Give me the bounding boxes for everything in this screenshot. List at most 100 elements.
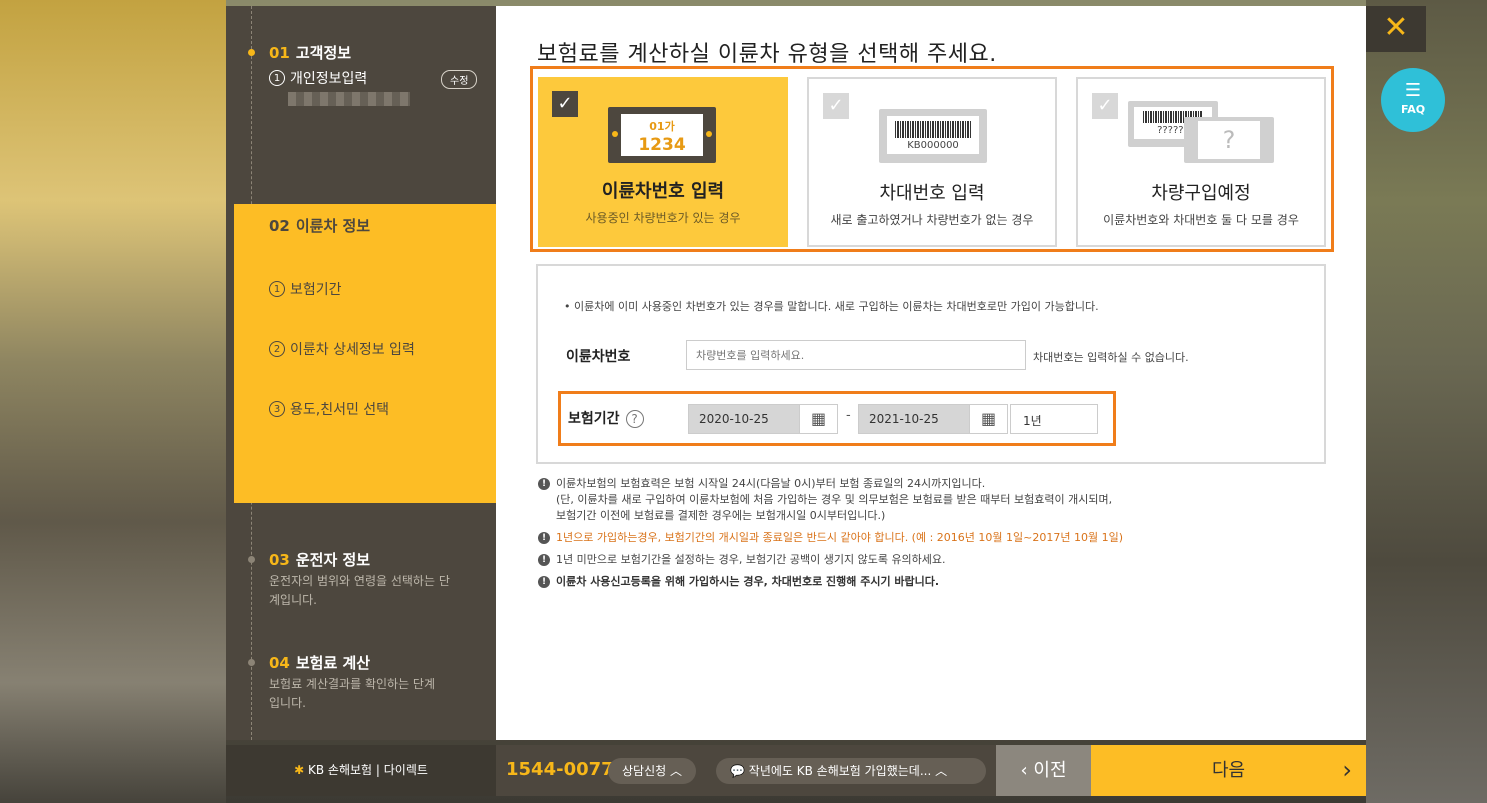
chevron-right-icon: › bbox=[1342, 756, 1352, 784]
step-1-number: 01 bbox=[269, 44, 290, 62]
exclamation-icon: ! bbox=[538, 532, 550, 544]
plate-number-hint: 차대번호는 입력하실 수 없습니다. bbox=[1033, 351, 1189, 364]
plate-form-box: • 이륜차에 이미 사용중인 차번호가 있는 경우를 말합니다. 새로 구입하는… bbox=[536, 264, 1326, 464]
period-label-group: 보험기간? bbox=[568, 408, 644, 428]
start-date-field[interactable]: 2020-10-25 ▦ bbox=[688, 404, 838, 434]
notice-item-cont: 보험기간 이전에 보험료를 결제한 경우에는 보험개시일 0시부터입니다.) bbox=[538, 508, 1338, 524]
edit-button[interactable]: 수정 bbox=[441, 70, 478, 89]
step-2-item-detail[interactable]: 2 이륜차 상세정보 입력 bbox=[269, 339, 415, 359]
period-label: 보험기간 bbox=[568, 411, 620, 427]
insurance-period-row: 보험기간? 2020-10-25 ▦ - 2021-10-25 ▦ 1년 bbox=[558, 391, 1116, 446]
card-desc: 이륜차번호와 차대번호 둘 다 모를 경우 bbox=[1103, 213, 1299, 227]
check-icon: ✓ bbox=[552, 91, 578, 117]
notice-item-bold: ! 이륜차 사용신고등록을 위해 가입하시는 경우, 차대번호로 진행해 주시기… bbox=[538, 574, 1338, 590]
plate-number: 1234 bbox=[638, 135, 686, 155]
sub-number-3: 3 bbox=[269, 401, 285, 417]
sub-label: 개인정보입력 bbox=[290, 71, 368, 87]
step-4-dot bbox=[248, 659, 255, 666]
card-chassis-number[interactable]: ✓ KB000000 차대번호 입력 새로 출고하였거나 차량번호가 없는 경우 bbox=[807, 77, 1057, 247]
consult-label: 상담신청 bbox=[622, 764, 667, 778]
contact-bar: 1544-0077 상담신청 ︿ 💬 작년에도 KB 손해보험 가입했는데...… bbox=[496, 745, 996, 796]
check-icon: ✓ bbox=[823, 93, 849, 119]
unknown-illustration: ? bbox=[1184, 117, 1274, 163]
card-title: 차대번호 입력 bbox=[879, 183, 985, 204]
plate-bolt bbox=[706, 131, 712, 137]
close-button[interactable]: ✕ bbox=[1366, 6, 1426, 52]
faq-button[interactable]: ☰ FAQ bbox=[1381, 68, 1445, 132]
plate-face: 01가 1234 bbox=[621, 114, 703, 156]
card-desc: 새로 출고하였거나 차량번호가 없는 경우 bbox=[830, 213, 1034, 227]
card-desc: 사용중인 차량번호가 있는 경우 bbox=[585, 211, 741, 225]
faq-label: FAQ bbox=[1400, 103, 1426, 116]
check-icon: ✓ bbox=[1092, 93, 1118, 119]
plate-number-label: 이륜차번호 bbox=[566, 349, 631, 365]
card-title: 차량구입예정 bbox=[1151, 183, 1251, 204]
chat-bubble-icon: 💬 bbox=[730, 764, 745, 778]
notice-item: ! 1년 미만으로 보험기간을 설정하는 경우, 보험기간 공백이 생기지 않도… bbox=[538, 552, 1338, 568]
background-left bbox=[0, 0, 226, 803]
step-2-title: 02 이륜차 정보 bbox=[269, 215, 370, 236]
barcode-face: KB000000 bbox=[887, 116, 979, 154]
end-date-field[interactable]: 2021-10-25 ▦ bbox=[858, 404, 1008, 434]
step-4-desc: 보험료 계산결과를 확인하는 단계입니다. bbox=[269, 677, 436, 710]
barcode-bars bbox=[895, 121, 971, 138]
next-button[interactable]: 다음 › bbox=[1091, 745, 1366, 796]
chat-banner[interactable]: 💬 작년에도 KB 손해보험 가입했는데... ︿ bbox=[716, 758, 986, 784]
step-4-number: 04 bbox=[269, 654, 290, 672]
help-icon[interactable]: ? bbox=[625, 410, 644, 428]
calendar-icon[interactable]: ▦ bbox=[799, 405, 837, 433]
sub-number-2: 2 bbox=[269, 341, 285, 357]
step-2-label: 이륜차 정보 bbox=[295, 217, 371, 235]
card-planned-purchase[interactable]: ✓ ?????? ? 차량구입예정 이륜차번호와 차대번호 둘 다 모를 경우 bbox=[1076, 77, 1326, 247]
notice-item: ! 이륜차보험의 보험효력은 보험 시작일 24시(다음날 0시)부터 보험 종… bbox=[538, 476, 1338, 492]
chevron-up-icon: ︿ bbox=[670, 764, 683, 778]
sub-label: 보험기간 bbox=[290, 282, 342, 298]
step-3-desc: 운전자의 범위와 연령을 선택하는 단계입니다. bbox=[269, 574, 450, 607]
period-years-field[interactable]: 1년 bbox=[1010, 404, 1098, 434]
step-2-item-usage[interactable]: 3 용도,친서민 선택 bbox=[269, 399, 389, 419]
unknown-mark: ? bbox=[1198, 121, 1260, 159]
main-panel: 보험료를 계산하실 이륜차 유형을 선택해 주세요. ✓ 01가 1234 이륜… bbox=[496, 6, 1366, 740]
step-1-label: 고객정보 bbox=[295, 44, 352, 62]
logo-text: KB 손해보험 | 다이렉트 bbox=[307, 763, 428, 777]
step-2-number: 02 bbox=[269, 217, 290, 235]
barcode-text: KB000000 bbox=[907, 140, 959, 151]
step-3-label: 운전자 정보 bbox=[295, 551, 371, 569]
plate-illustration: 01가 1234 bbox=[608, 107, 716, 163]
barcode-illustration: KB000000 bbox=[879, 109, 987, 163]
kb-star-icon: ✱ bbox=[294, 763, 305, 777]
notice-text: (단, 이륜차를 새로 구입하여 이륜차보험에 처음 가입하는 경우 및 의무보… bbox=[556, 493, 1113, 506]
consult-button[interactable]: 상담신청 ︿ bbox=[608, 758, 697, 784]
step-sidebar: 01 고객정보 1 개인정보입력 수정 02 이륜차 정보 1 보험기간 2 이륜차 상세… bbox=[226, 6, 496, 740]
plate-bolt bbox=[612, 131, 618, 137]
notice-text: 보험기간 이전에 보험료를 결제한 경우에는 보험개시일 0시부터입니다.) bbox=[556, 509, 886, 522]
plate-number-input[interactable] bbox=[686, 340, 1026, 370]
notice-item-cont: (단, 이륜차를 새로 구입하여 이륜차보험에 처음 가입하는 경우 및 의무보… bbox=[538, 492, 1338, 508]
exclamation-icon: ! bbox=[538, 478, 550, 490]
calendar-icon[interactable]: ▦ bbox=[969, 405, 1007, 433]
card-plate-number[interactable]: ✓ 01가 1234 이륜차번호 입력 사용중인 차량번호가 있는 경우 bbox=[538, 77, 788, 247]
masked-personal-info bbox=[288, 92, 410, 106]
chevron-left-icon: ‹ bbox=[1020, 760, 1028, 781]
notice-list: ! 이륜차보험의 보험효력은 보험 시작일 24시(다음날 0시)부터 보험 종… bbox=[538, 476, 1338, 596]
step-3-number: 03 bbox=[269, 551, 290, 569]
page-title: 보험료를 계산하실 이륜차 유형을 선택해 주세요. bbox=[537, 42, 997, 67]
notice-text: 1년으로 가입하는경우, 보험기간의 개시일과 종료일은 반드시 같아야 합니다… bbox=[556, 531, 1123, 544]
step-1-title: 01 고객정보 bbox=[269, 42, 351, 63]
step-3-dot bbox=[248, 556, 255, 563]
step-2-item-period[interactable]: 1 보험기간 bbox=[269, 279, 342, 299]
chevron-up-icon: ︿ bbox=[935, 764, 948, 778]
step-2-active-panel: 02 이륜차 정보 1 보험기간 2 이륜차 상세정보 입력 3 용도,친서민 선택 bbox=[234, 204, 496, 503]
next-label: 다음 bbox=[1211, 760, 1246, 781]
phone-number: 1544-0077 bbox=[506, 759, 614, 780]
notice-text: 이륜차 사용신고등록을 위해 가입하시는 경우, 차대번호로 진행해 주시기 바… bbox=[556, 575, 940, 588]
info-note: • 이륜차에 이미 사용중인 차번호가 있는 경우를 말합니다. 새로 구입하는… bbox=[564, 300, 1099, 313]
step-1-dot bbox=[248, 49, 255, 56]
notice-text: 이륜차보험의 보험효력은 보험 시작일 24시(다음날 0시)부터 보험 종료일… bbox=[556, 477, 986, 490]
card-title: 이륜차번호 입력 bbox=[601, 181, 725, 202]
step-3-title: 03 운전자 정보 bbox=[269, 549, 370, 570]
notice-text: 1년 미만으로 보험기간을 설정하는 경우, 보험기간 공백이 생기지 않도록 … bbox=[556, 553, 946, 566]
step-4-title: 04 보험료 계산 bbox=[269, 652, 370, 673]
prev-button[interactable]: ‹ 이전 bbox=[996, 745, 1091, 796]
kb-logo: ✱ KB 손해보험 | 다이렉트 bbox=[226, 745, 496, 796]
